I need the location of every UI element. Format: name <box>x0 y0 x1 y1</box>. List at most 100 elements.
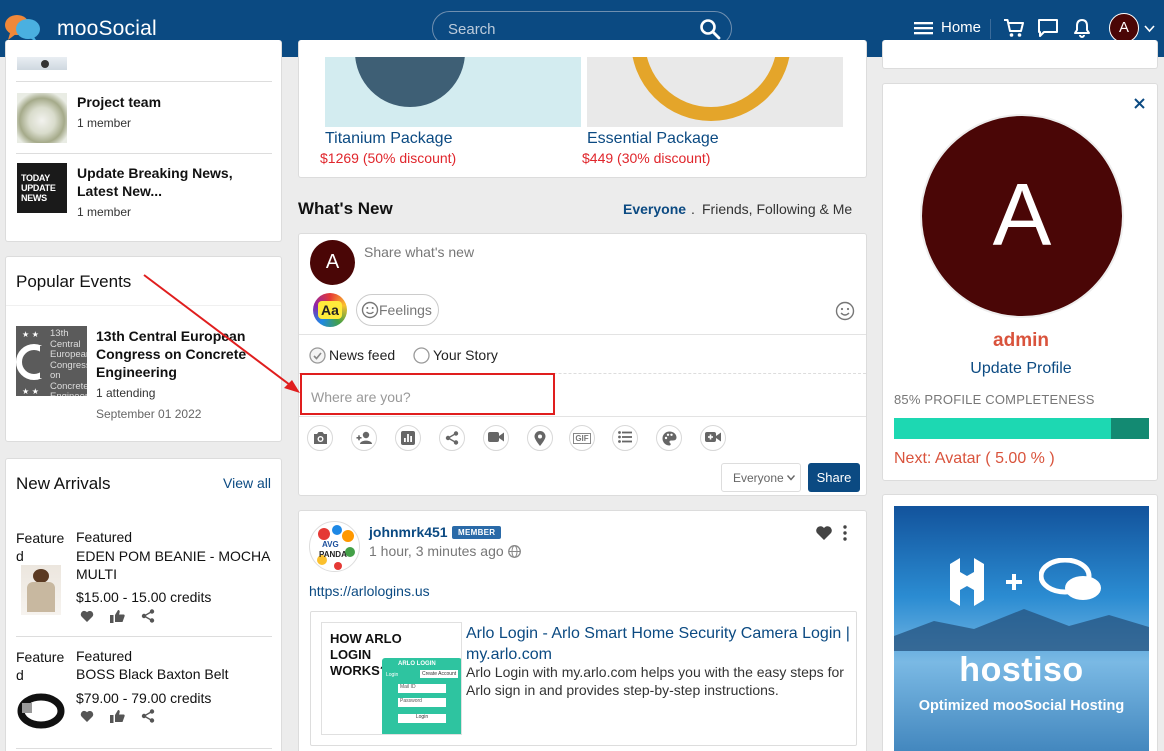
location-input[interactable]: Where are you? <box>311 389 411 405</box>
feelings-label: Feelings <box>379 302 432 318</box>
feed-filter-friends[interactable]: Friends, Following & Me <box>702 201 852 217</box>
photo-button[interactable] <box>307 425 333 451</box>
cart-icon[interactable] <box>1003 18 1025 38</box>
member-badge: MEMBER <box>452 526 502 539</box>
package-image[interactable] <box>325 57 581 127</box>
link-preview-card[interactable]: HOW ARLO LOGIN WORKS? ARLO LOGIN Login C… <box>310 611 857 746</box>
profile-name[interactable]: admin <box>883 330 1159 352</box>
like-heart-icon[interactable] <box>815 525 833 541</box>
event-thumbnail[interactable]: ★ ★ ★ ★ 13th Central European Congress on… <box>16 326 87 396</box>
profile-avatar[interactable]: A <box>920 114 1124 318</box>
gif-button[interactable]: GIF <box>569 425 595 451</box>
group-member-count: 1 member <box>77 116 132 130</box>
thumbnail-text: ARLO LOGIN <box>398 661 436 667</box>
featured-badge: Featured <box>16 649 65 683</box>
product-name[interactable]: BOSS Black Baxton Belt <box>76 666 229 682</box>
messages-icon[interactable] <box>1037 18 1059 38</box>
notifications-bell-icon[interactable] <box>1072 18 1092 38</box>
post-author-avatar[interactable]: AVG PANDA <box>309 521 360 572</box>
divider <box>299 334 866 335</box>
hostiso-ad-banner[interactable]: hostiso Optimized mooSocial Hosting <box>894 506 1149 751</box>
home-link[interactable]: Home <box>941 19 981 36</box>
user-avatar[interactable]: A <box>1109 13 1139 43</box>
hamburger-menu-icon[interactable] <box>914 19 933 37</box>
post-timestamp[interactable]: 1 hour, 3 minutes ago <box>369 543 504 559</box>
thumbnail-text: TODAY UPDATE NEWS <box>21 173 56 203</box>
chat-bubbles-icon <box>1039 558 1101 600</box>
gif-icon: GIF <box>573 433 591 444</box>
product-label: Featured <box>76 529 133 545</box>
package-name[interactable]: Titanium Package <box>325 130 452 148</box>
profile-progress-bar <box>894 418 1149 439</box>
package-price: $449 (30% discount) <box>582 150 711 166</box>
svg-text:★ ★: ★ ★ <box>22 330 39 339</box>
text-style-button[interactable]: Aa <box>313 293 347 327</box>
search-icon[interactable] <box>699 18 721 40</box>
group-name[interactable]: Project team <box>77 94 161 110</box>
event-date: September 01 2022 <box>96 407 202 421</box>
share-link-button[interactable] <box>439 425 465 451</box>
live-video-button[interactable] <box>700 425 726 451</box>
thumbs-up-icon[interactable] <box>110 709 125 723</box>
emoji-icon[interactable] <box>835 301 855 321</box>
feelings-button[interactable]: Feelings <box>356 294 439 326</box>
view-all-link[interactable]: View all <box>223 475 271 491</box>
profile-progress-fill <box>894 418 1111 439</box>
advertisement-widget: hostiso Optimized mooSocial Hosting <box>882 494 1158 751</box>
link-preview-thumbnail[interactable]: HOW ARLO LOGIN WORKS? ARLO LOGIN Login C… <box>321 622 462 735</box>
globe-icon[interactable] <box>508 545 521 558</box>
product-price: $15.00 - 15.00 credits <box>76 589 212 605</box>
share-icon[interactable] <box>141 709 155 723</box>
heart-icon[interactable] <box>80 610 94 623</box>
privacy-select[interactable]: Everyone <box>721 463 801 492</box>
product-thumbnail[interactable] <box>16 685 66 733</box>
group-thumbnail[interactable] <box>17 57 67 70</box>
post-author-name[interactable]: johnmrk451 <box>369 524 448 540</box>
news-feed-option[interactable]: News feed <box>329 347 395 363</box>
search-input[interactable]: Search <box>448 21 496 38</box>
smile-icon <box>361 301 379 319</box>
package-price: $1269 (50% discount) <box>320 150 457 166</box>
product-name[interactable]: EDEN POM BEANIE - MOCHA MULTI <box>76 547 271 583</box>
ad-tagline: Optimized mooSocial Hosting <box>918 698 1125 714</box>
close-icon[interactable] <box>1134 98 1145 109</box>
avatar-brand-text: AVG <box>322 540 339 549</box>
share-button[interactable]: Share <box>808 463 860 492</box>
heart-icon[interactable] <box>80 710 94 723</box>
share-icon[interactable] <box>141 609 155 623</box>
group-thumbnail[interactable] <box>17 93 67 143</box>
list-button[interactable] <box>612 425 638 451</box>
profile-completeness-label: 85% PROFILE COMPLETENESS <box>894 392 1095 407</box>
group-member-count: 1 member <box>77 205 132 219</box>
avatar-brand-text: PANDA <box>319 550 347 559</box>
palette-button[interactable] <box>656 425 682 451</box>
thumbs-up-icon[interactable] <box>110 609 125 623</box>
feed-filter-everyone[interactable]: Everyone <box>623 201 686 217</box>
chevron-down-icon[interactable] <box>1144 25 1155 33</box>
more-options-icon[interactable] <box>843 525 847 541</box>
tag-friends-button[interactable] <box>351 425 377 451</box>
brand-name[interactable]: mooSocial <box>57 17 157 41</box>
video-button[interactable] <box>483 425 509 451</box>
poll-button[interactable] <box>395 425 421 451</box>
your-story-radio-icon[interactable] <box>413 347 430 364</box>
thumbnail-text: Create Account <box>420 670 459 678</box>
location-pin-button[interactable] <box>527 425 553 451</box>
next-step-text[interactable]: Next: Avatar ( 5.00 % ) <box>894 450 1055 468</box>
post-link[interactable]: https://arlologins.us <box>309 583 430 599</box>
share-status-input[interactable]: Share what's new <box>364 244 474 260</box>
package-image[interactable] <box>587 57 843 127</box>
group-thumbnail[interactable]: TODAY UPDATE NEWS <box>17 163 67 213</box>
thumbnail-form: ARLO LOGIN Login Create Account Mail ID … <box>382 658 461 734</box>
link-preview-title[interactable]: Arlo Login - Arlo Smart Home Security Ca… <box>466 623 854 665</box>
package-name[interactable]: Essential Package <box>587 130 719 148</box>
update-profile-link[interactable]: Update Profile <box>883 360 1159 378</box>
group-name[interactable]: Update Breaking News, Latest New... <box>77 164 272 200</box>
product-label: Featured <box>76 648 133 664</box>
your-story-option[interactable]: Your Story <box>433 347 498 363</box>
news-feed-check-icon[interactable] <box>309 347 326 364</box>
product-thumbnail[interactable] <box>21 565 61 615</box>
composer-avatar[interactable]: A <box>310 240 355 285</box>
text-style-label: Aa <box>318 301 342 319</box>
thumbnail-text: Login <box>398 714 446 723</box>
